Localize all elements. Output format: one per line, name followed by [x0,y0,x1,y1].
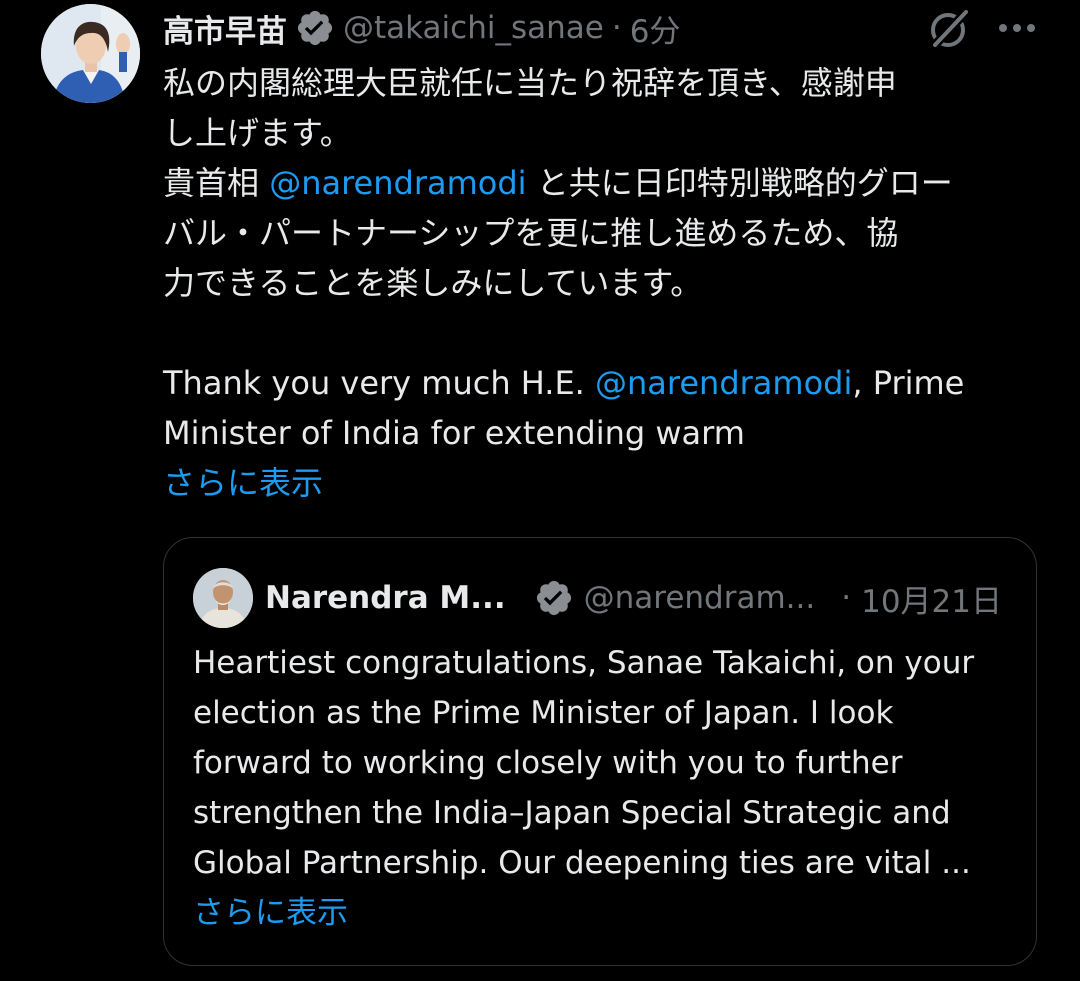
quoted-show-more-link[interactable]: さらに表示 [193,888,1023,938]
quoted-text-line: Global Partnership. Our deepening ties a… [193,845,971,881]
quoted-avatar-image [193,568,253,628]
tweet-text-en-line: Thank you very much H.E. @narendramodi, … [163,358,1043,408]
mention-link[interactable]: @narendramodi [269,164,526,202]
quoted-tweet-text: Heartiest congratulations, Sanae Takaich… [193,638,1023,938]
quoted-text-line: election as the Prime Minister of Japan.… [193,695,894,731]
quoted-text-line: forward to working closely with you to f… [193,745,903,781]
quoted-author-handle[interactable]: @narendram... [584,580,816,616]
quoted-tweet-card[interactable]: Narendra M... @narendram... · 10月21日 Hea… [163,537,1037,966]
text-segment: と共に日印特別戦略的グロー [526,164,953,202]
quoted-author-display-name[interactable]: Narendra M... [265,580,506,616]
tweet-text-en-line: Minister of India for extending warm [163,414,745,452]
tweet-text-ja-line: バル・パートナーシップを更に推し進めるため、協 [163,214,899,252]
verified-badge-icon [297,10,333,46]
mention-link[interactable]: @narendramodi [595,364,852,402]
tweet-text-ja-line: し上げます。 [163,114,352,152]
author-handle[interactable]: @takaichi_sanae [343,10,604,46]
verified-badge-icon [536,580,571,616]
tweet-text-ja-line: 力できることを楽しみにしています。 [163,264,703,302]
tweet-header: 高市早苗 @takaichi_sanae · 6分 [163,4,680,52]
show-more-link[interactable]: さらに表示 [163,458,1043,508]
tweet-text-ja-line: 貴首相 @narendramodi と共に日印特別戦略的グロー [163,158,1043,208]
text-segment: , Prime [852,364,965,402]
separator-dot: · [841,580,852,616]
quoted-tweet-header: Narendra M... @narendram... · 10月21日 [265,572,1009,624]
text-segment: 貴首相 [163,164,270,202]
more-options-icon[interactable] [996,10,1038,46]
quoted-avatar[interactable] [193,568,253,628]
avatar[interactable] [41,4,140,103]
tweet-timestamp[interactable]: 6分 [630,6,681,51]
separator-dot: · [611,10,622,46]
author-display-name[interactable]: 高市早苗 [163,6,287,51]
tweet-text: 私の内閣総理大臣就任に当たり祝辞を頂き、感謝申 し上げます。 貴首相 @nare… [163,58,1043,508]
avatar-image [41,4,140,103]
quoted-text-line: strengthen the India–Japan Special Strat… [193,795,951,831]
quoted-tweet-timestamp[interactable]: 10月21日 [861,576,1002,621]
text-segment: Thank you very much H.E. [163,364,596,402]
quoted-text-line: Heartiest congratulations, Sanae Takaich… [193,645,975,681]
grok-icon[interactable] [926,6,972,52]
tweet-text-ja-line: 私の内閣総理大臣就任に当たり祝辞を頂き、感謝申 [163,64,897,102]
